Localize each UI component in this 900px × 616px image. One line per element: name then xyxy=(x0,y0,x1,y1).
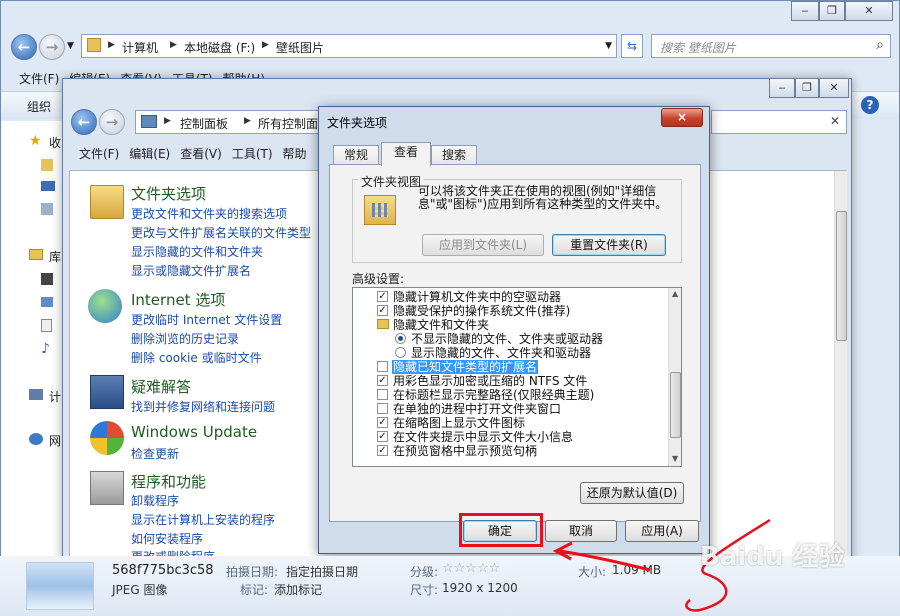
tab-view[interactable]: 查看 xyxy=(381,142,431,166)
red-arrow-line xyxy=(559,549,651,572)
watermark: Baidu 经验 xyxy=(700,542,845,572)
annotation-overlay xyxy=(552,518,771,612)
